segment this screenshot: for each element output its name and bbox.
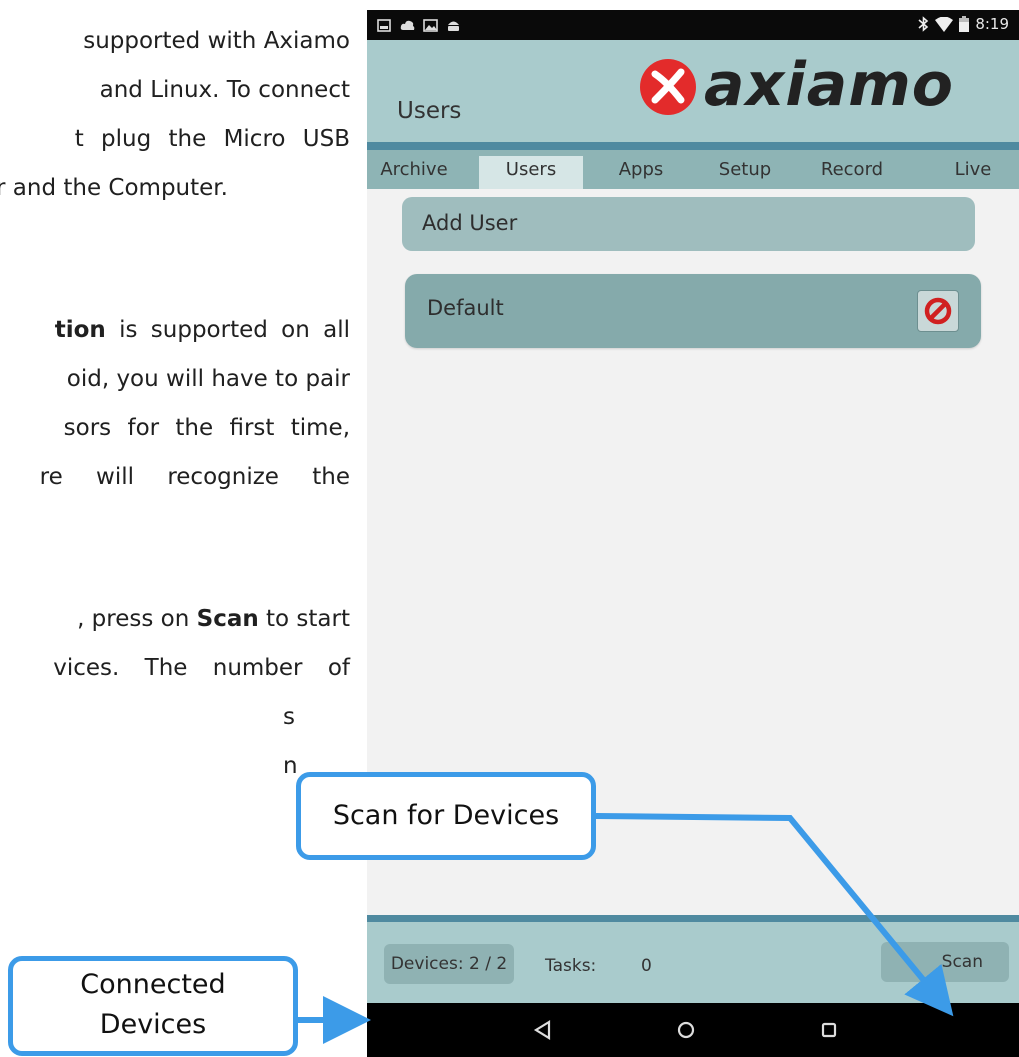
status-icons-right: 8:19: [918, 15, 1009, 33]
delete-icon: [924, 297, 952, 325]
tab-archive[interactable]: Archive: [370, 156, 458, 189]
bottom-bar: Devices: 2 / 2 Tasks: 0 Scan: [367, 915, 1019, 1003]
logo-x-icon: [640, 59, 696, 115]
delete-user-button[interactable]: [917, 290, 959, 332]
recents-icon[interactable]: [814, 1015, 844, 1045]
doc-line: vices. The number of: [53, 655, 350, 681]
tasks-label: Tasks:: [545, 956, 597, 976]
doc-bold: tion: [54, 317, 106, 343]
user-name: Default: [427, 296, 504, 320]
doc-line: s: [283, 704, 295, 730]
tab-record[interactable]: Record: [807, 156, 897, 189]
tab-apps[interactable]: Apps: [605, 156, 677, 189]
status-bar: 8:19: [367, 10, 1019, 40]
tab-setup[interactable]: Setup: [703, 156, 787, 189]
back-icon[interactable]: [528, 1015, 558, 1045]
home-icon[interactable]: [671, 1015, 701, 1045]
app-bar-title: Users: [397, 98, 462, 124]
devices-callout-line1: Connected: [80, 969, 226, 1000]
status-icons-left: [377, 16, 461, 34]
devices-callout-line2: Devices: [99, 1009, 207, 1040]
axiamo-logo: axiamo: [637, 50, 982, 122]
tab-bar: Archive Users Apps Setup Record Live: [367, 142, 1019, 189]
doc-line: tion is supported on all: [54, 317, 350, 343]
devices-count: Devices: 2 / 2: [384, 944, 514, 984]
doc-line: re will recognize the: [39, 464, 350, 490]
tab-live[interactable]: Live: [943, 156, 1003, 189]
doc-line: and Linux. To connect: [99, 77, 350, 103]
phone-screenshot: 8:19 Users axiamo Archive Users Apps Set…: [367, 10, 1019, 1057]
logo-text: axiamo: [704, 50, 954, 120]
battery-icon: [959, 16, 970, 32]
notification-icon: [377, 18, 391, 32]
doc-line: r and the Computer.: [0, 175, 228, 201]
doc-line: oid, you will have to pair: [66, 366, 350, 392]
cloud-icon: [400, 20, 415, 30]
scan-button[interactable]: Scan: [881, 942, 1009, 982]
user-item-default[interactable]: Default: [405, 274, 981, 348]
android-icon: [448, 21, 459, 31]
documentation-text: supported with Axiamo and Linux. To conn…: [0, 0, 352, 1057]
status-time: 8:19: [975, 15, 1009, 33]
wifi-icon: [935, 16, 954, 32]
devices-callout: Connected Devices: [8, 956, 298, 1056]
doc-line: supported with Axiamo: [83, 28, 350, 54]
doc-bold: Scan: [196, 606, 259, 632]
bluetooth-icon: [918, 16, 929, 32]
tab-users[interactable]: Users: [479, 156, 583, 189]
doc-line: sors for the first time,: [63, 415, 350, 441]
scan-callout: Scan for Devices: [296, 772, 596, 860]
app-bar: Users axiamo: [367, 40, 1019, 142]
android-nav-bar: [367, 1003, 1019, 1057]
scan-callout-label: Scan for Devices: [332, 800, 560, 831]
tasks-count: 0: [641, 956, 652, 976]
image-icon: [423, 18, 438, 32]
doc-line: , press on Scan to start: [77, 606, 350, 632]
doc-line: t plug the Micro USB: [74, 126, 350, 152]
add-user-button[interactable]: Add User: [402, 197, 975, 251]
